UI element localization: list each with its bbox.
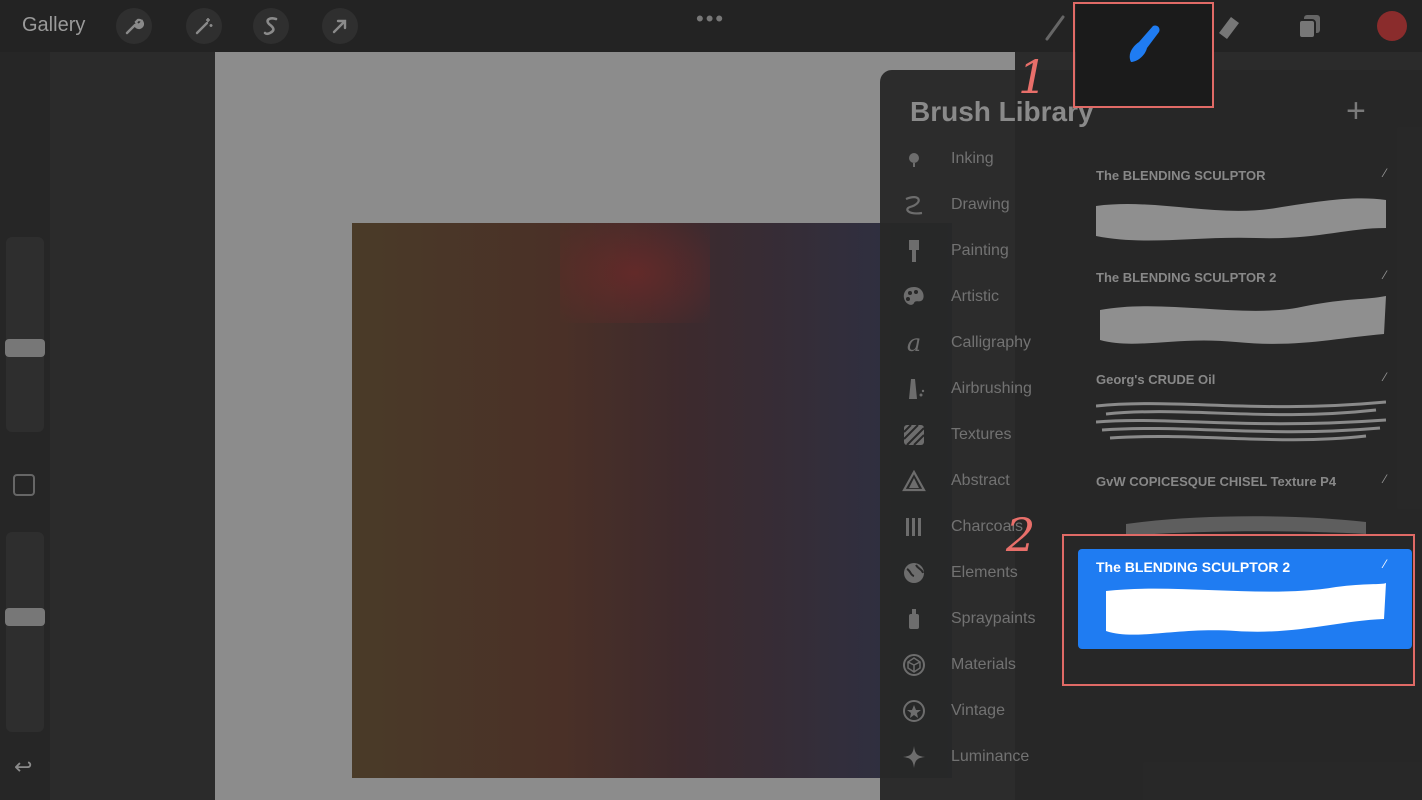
color-swatch[interactable]: [1374, 8, 1410, 44]
sparkle-icon: [900, 745, 928, 769]
category-label: Spraypaints: [951, 610, 1036, 627]
opacity-slider[interactable]: [6, 532, 44, 732]
triangle-icon: [900, 470, 928, 492]
category-drawing[interactable]: Drawing: [900, 185, 1100, 225]
more-options[interactable]: •••: [696, 6, 725, 32]
callout-number-two: 2: [1006, 508, 1036, 562]
wrench-icon[interactable]: [116, 8, 152, 44]
category-painting[interactable]: Painting: [900, 231, 1100, 271]
brush-item[interactable]: Georg's CRUDE Oil ⁄: [1086, 364, 1396, 464]
transform-arrow-icon[interactable]: [322, 8, 358, 44]
paintbrush-icon: [900, 239, 928, 263]
brush-stroke-preview: [1096, 400, 1386, 442]
panel-title: Brush Library: [910, 96, 1094, 127]
squiggle-icon: [900, 193, 928, 217]
brush-stroke-mark-icon: ⁄: [1383, 472, 1386, 486]
undo-icon[interactable]: ↩: [14, 754, 32, 780]
brush-stroke-preview: [1096, 198, 1386, 241]
spray-can-icon: [900, 608, 928, 630]
brush-name: The BLENDING SCULPTOR: [1096, 168, 1266, 183]
pen-icon[interactable]: [1040, 8, 1076, 44]
brush-item[interactable]: The BLENDING SCULPTOR ⁄: [1086, 160, 1396, 260]
ink-drop-icon: [900, 151, 928, 167]
category-abstract[interactable]: Abstract: [900, 461, 1100, 501]
calligraphy-icon: a: [906, 329, 922, 357]
category-artistic[interactable]: Artistic: [900, 277, 1100, 317]
selection-s-icon[interactable]: [253, 8, 289, 44]
airbrush-icon: [900, 377, 928, 401]
brush-size-handle[interactable]: [5, 339, 45, 357]
category-inking[interactable]: Inking: [900, 139, 1100, 179]
brush-size-slider[interactable]: [6, 237, 44, 432]
opacity-handle[interactable]: [5, 608, 45, 626]
category-label: Textures: [951, 426, 1012, 443]
texture-icon: [900, 424, 928, 446]
callout-number-one: 1: [1018, 50, 1048, 104]
category-label: Luminance: [951, 748, 1030, 765]
category-calligraphy[interactable]: a Calligraphy: [900, 323, 1100, 363]
charcoal-icon: [900, 517, 928, 537]
category-label: Drawing: [951, 196, 1010, 213]
cube-icon: [900, 653, 928, 677]
highlight-box-selected-brush: [1062, 534, 1415, 686]
star-badge-icon: [900, 699, 928, 723]
category-vintage[interactable]: Vintage: [900, 691, 1100, 731]
globe-icon: [900, 561, 928, 585]
gallery-button[interactable]: Gallery: [22, 14, 85, 37]
palette-icon: [900, 286, 928, 308]
category-airbrushing[interactable]: Airbrushing: [900, 369, 1100, 409]
left-sidebar: [0, 52, 50, 800]
category-label: Artistic: [951, 288, 999, 305]
brush-stroke-mark-icon: ⁄: [1383, 370, 1386, 384]
brush-stroke-mark-icon: ⁄: [1383, 268, 1386, 282]
brush-item[interactable]: The BLENDING SCULPTOR 2 ⁄: [1086, 262, 1396, 362]
canvas-glow: [560, 223, 710, 323]
category-label: Airbrushing: [951, 380, 1032, 397]
category-label: Calligraphy: [951, 334, 1032, 351]
category-label: Elements: [951, 564, 1018, 581]
layers-icon[interactable]: [1292, 8, 1328, 44]
brush-name: Georg's CRUDE Oil: [1096, 372, 1216, 387]
brush-name: GvW COPICESQUE CHISEL Texture P4: [1096, 474, 1337, 489]
brush-stroke-preview: [1100, 296, 1386, 344]
brush-name: The BLENDING SCULPTOR 2: [1096, 270, 1277, 285]
category-label: Vintage: [951, 702, 1005, 719]
category-label: Painting: [951, 242, 1009, 259]
eraser-icon[interactable]: [1210, 8, 1246, 44]
highlight-box-brush-tool: [1073, 2, 1214, 108]
category-label: Abstract: [951, 472, 1010, 489]
modify-button[interactable]: [13, 474, 35, 496]
category-luminance[interactable]: Luminance: [900, 737, 1100, 777]
category-textures[interactable]: Textures: [900, 415, 1100, 455]
category-label: Inking: [951, 150, 994, 167]
add-brush-button[interactable]: +: [1346, 92, 1366, 131]
magic-wand-icon[interactable]: [186, 8, 222, 44]
brush-stroke-mark-icon: ⁄: [1383, 166, 1386, 180]
category-label: Materials: [951, 656, 1016, 673]
